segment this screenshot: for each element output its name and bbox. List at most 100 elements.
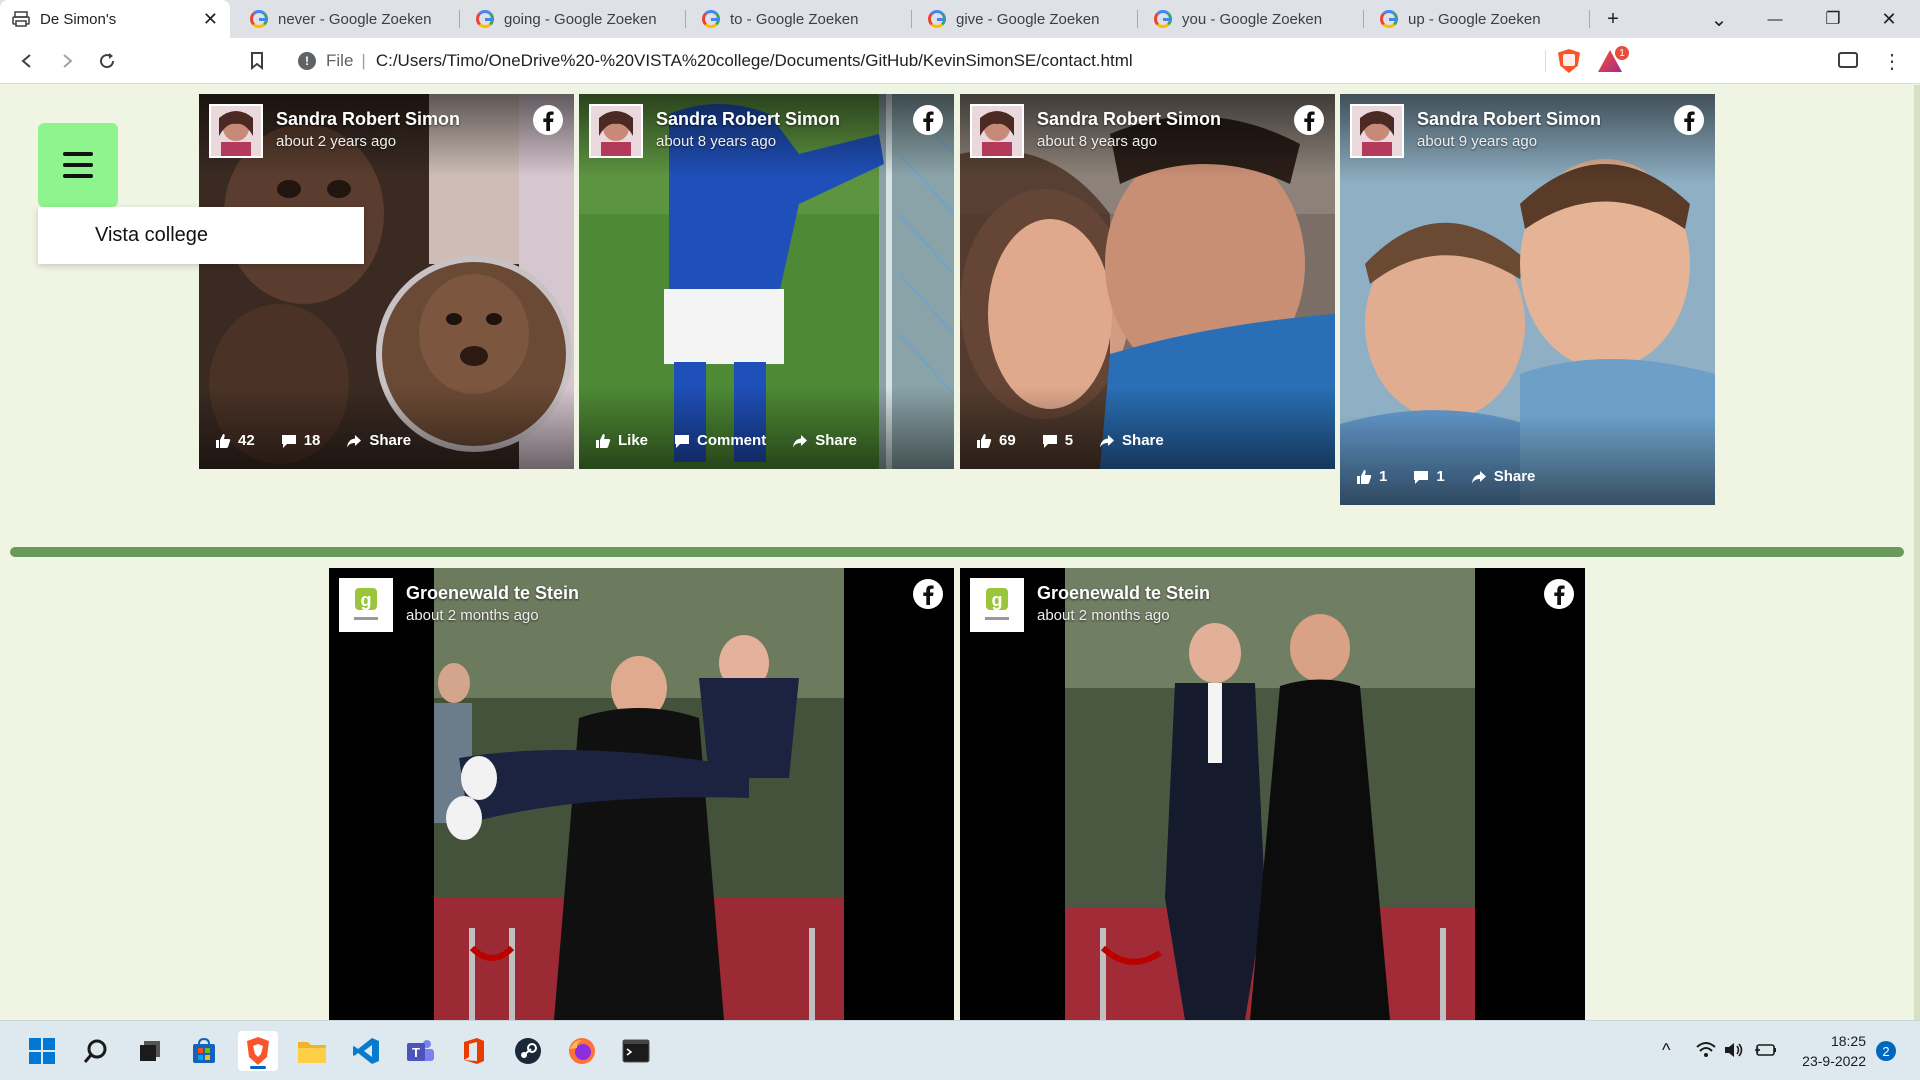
post-author[interactable]: Sandra Robert Simon — [1037, 109, 1221, 130]
tab-up-google[interactable]: up - Google Zoeken — [1368, 0, 1588, 38]
facebook-icon[interactable] — [532, 104, 564, 136]
facebook-post-card[interactable]: g Groenewald te Stein about 2 months ago — [329, 568, 954, 1020]
restore-button[interactable]: ❐ — [1810, 0, 1856, 38]
tab-give-google[interactable]: give - Google Zoeken — [916, 0, 1136, 38]
tab-separator — [1363, 10, 1364, 28]
windows-start-icon[interactable] — [22, 1031, 62, 1071]
task-view-icon[interactable] — [130, 1031, 170, 1071]
avatar[interactable] — [589, 104, 643, 158]
tab-de-simons[interactable]: De Simon's ✕ — [0, 0, 230, 38]
tab-never-google[interactable]: never - Google Zoeken — [238, 0, 458, 38]
battery-charging-icon[interactable] — [1754, 1042, 1778, 1058]
minimize-button[interactable]: — — [1752, 0, 1798, 38]
facebook-icon[interactable] — [1673, 104, 1705, 136]
steam-icon[interactable] — [508, 1031, 548, 1071]
hamburger-menu-button[interactable] — [38, 123, 118, 207]
like-count: 1 — [1379, 468, 1388, 485]
forward-icon[interactable] — [50, 44, 84, 78]
new-tab-button[interactable]: + — [1590, 0, 1636, 38]
like-button[interactable]: Like — [595, 432, 648, 449]
reload-icon[interactable] — [90, 44, 124, 78]
vscode-icon[interactable] — [346, 1031, 386, 1071]
facebook-post-card[interactable]: Sandra Robert Simon about 8 years ago 69… — [960, 94, 1335, 469]
tab-separator — [911, 10, 912, 28]
nav-link-vista-college[interactable]: Vista college — [95, 224, 208, 247]
like-button[interactable]: 42 — [215, 432, 255, 449]
facebook-icon[interactable] — [1543, 578, 1575, 610]
volume-icon[interactable] — [1724, 1041, 1744, 1059]
tray-chevron-icon[interactable]: ^ — [1662, 1040, 1670, 1061]
post-author[interactable]: Groenewald te Stein — [406, 583, 579, 604]
teams-icon[interactable]: T — [400, 1031, 440, 1071]
share-button[interactable]: Share — [346, 432, 411, 449]
brave-shields-icon[interactable] — [1558, 49, 1580, 73]
wifi-icon[interactable] — [1696, 1041, 1716, 1059]
hamburger-bar — [63, 174, 93, 178]
post-time[interactable]: about 8 years ago — [1037, 133, 1157, 150]
share-button[interactable]: Share — [1099, 432, 1164, 449]
avatar[interactable] — [209, 104, 263, 158]
post-author[interactable]: Sandra Robert Simon — [1417, 109, 1601, 130]
terminal-icon[interactable] — [616, 1031, 656, 1071]
brave-browser-icon[interactable] — [238, 1031, 278, 1071]
facebook-icon[interactable] — [912, 578, 944, 610]
tab-you-google[interactable]: you - Google Zoeken — [1142, 0, 1362, 38]
facebook-post-card[interactable]: Sandra Robert Simon about 8 years ago Li… — [579, 94, 954, 469]
menu-kebab-icon[interactable]: ⋮ — [1882, 44, 1902, 78]
comment-button[interactable]: 1 — [1413, 468, 1445, 485]
post-time[interactable]: about 2 months ago — [406, 607, 539, 624]
back-icon[interactable] — [10, 44, 44, 78]
firefox-icon[interactable] — [562, 1031, 602, 1071]
avatar[interactable] — [1350, 104, 1404, 158]
post-time[interactable]: about 9 years ago — [1417, 133, 1537, 150]
share-icon — [793, 434, 808, 447]
address-url[interactable]: C:/Users/Timo/OneDrive%20-%20VISTA%20col… — [376, 51, 1133, 71]
tab-to-google[interactable]: to - Google Zoeken — [690, 0, 910, 38]
share-label: Share — [1122, 432, 1164, 449]
search-icon[interactable] — [76, 1031, 116, 1071]
post-author[interactable]: Groenewald te Stein — [1037, 583, 1210, 604]
avatar[interactable] — [970, 104, 1024, 158]
comment-button[interactable]: 5 — [1042, 432, 1073, 449]
tab-title: De Simon's — [40, 10, 117, 28]
comment-button[interactable]: 18 — [281, 432, 320, 449]
file-explorer-icon[interactable] — [292, 1031, 332, 1071]
like-button[interactable]: 1 — [1356, 468, 1387, 485]
post-photo-red-carpet-lift — [329, 568, 954, 1020]
post-author[interactable]: Sandra Robert Simon — [656, 109, 840, 130]
post-author[interactable]: Sandra Robert Simon — [276, 109, 460, 130]
office-icon[interactable] — [454, 1031, 494, 1071]
facebook-icon[interactable] — [912, 104, 944, 136]
facebook-post-card[interactable]: Sandra Robert Simon about 2 years ago 42… — [199, 94, 574, 469]
share-button[interactable]: Share — [792, 432, 857, 449]
share-icon — [1100, 434, 1115, 447]
notification-badge[interactable]: 2 — [1876, 1041, 1896, 1061]
close-window-button[interactable]: ✕ — [1866, 0, 1912, 38]
post-time[interactable]: about 2 years ago — [276, 133, 396, 150]
like-button[interactable]: 69 — [976, 432, 1016, 449]
info-icon[interactable]: ! — [298, 52, 316, 70]
comment-button[interactable]: Comment — [674, 432, 766, 449]
page-scrollbar[interactable] — [1914, 85, 1920, 1020]
rewards-badge: 1 — [1615, 46, 1629, 60]
google-favicon-icon — [702, 10, 720, 28]
tab-search-chevron-icon[interactable]: ⌄ — [1696, 0, 1742, 38]
avatar[interactable]: g — [970, 578, 1024, 632]
tab-going-google[interactable]: going - Google Zoeken — [464, 0, 684, 38]
address-bar[interactable]: ! File | C:/Users/Timo/OneDrive%20-%20VI… — [282, 43, 1544, 79]
facebook-post-card[interactable]: Sandra Robert Simon about 9 years ago 1 … — [1340, 94, 1715, 505]
avatar[interactable]: g — [339, 578, 393, 632]
wallet-icon[interactable] — [1838, 52, 1858, 68]
post-time[interactable]: about 2 months ago — [1037, 607, 1170, 624]
facebook-post-card[interactable]: g Groenewald te Stein about 2 months ago — [960, 568, 1585, 1020]
system-clock[interactable]: 18:25 23-9-2022 — [1786, 1031, 1866, 1071]
post-time[interactable]: about 8 years ago — [656, 133, 776, 150]
bookmark-icon[interactable] — [240, 44, 274, 78]
share-label: Share — [815, 432, 857, 449]
comment-icon — [1414, 470, 1429, 484]
facebook-icon[interactable] — [1293, 104, 1325, 136]
tab-title: give - Google Zoeken — [956, 10, 1100, 28]
microsoft-store-icon[interactable] — [184, 1031, 224, 1071]
tab-close-icon[interactable]: ✕ — [203, 9, 218, 30]
share-button[interactable]: Share — [1471, 468, 1535, 485]
